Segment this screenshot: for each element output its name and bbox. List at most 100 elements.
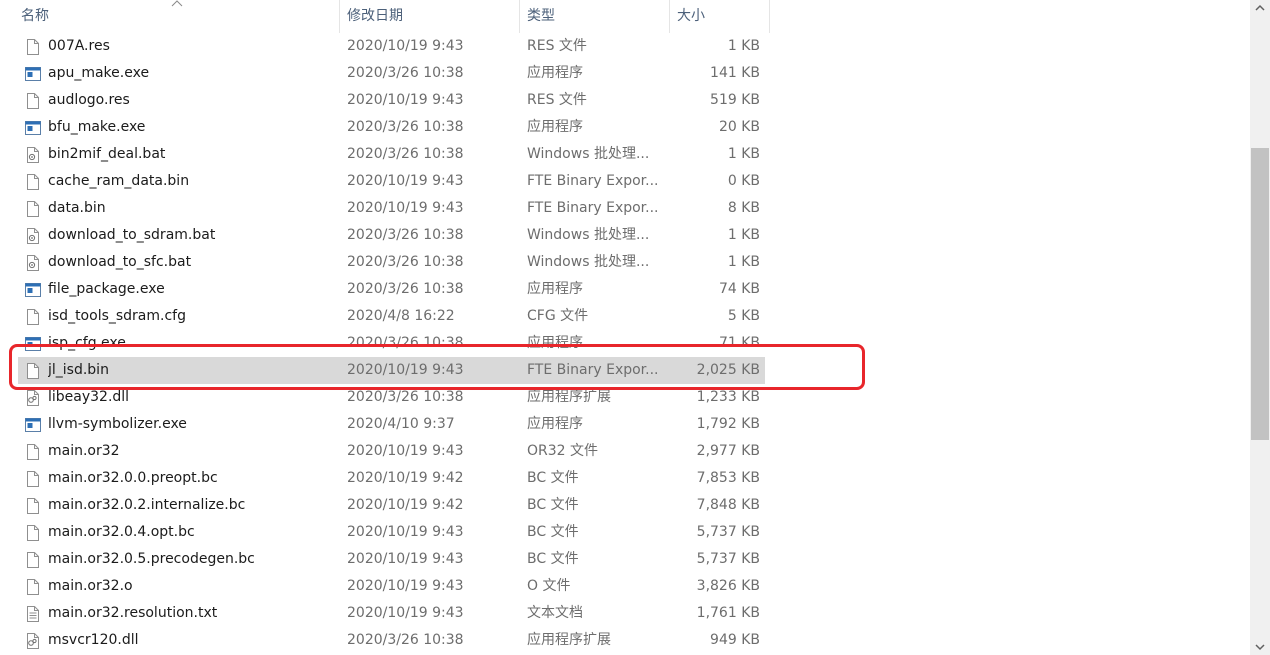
file-icon xyxy=(27,444,39,460)
scroll-up-arrow-icon[interactable] xyxy=(1250,0,1270,17)
file-row[interactable]: main.or32.resolution.txt 2020/10/19 9:43 文… xyxy=(0,600,1250,627)
file-icon xyxy=(27,471,39,487)
file-row[interactable]: download_to_sfc.bat 2020/3/26 10:38 Window… xyxy=(0,249,1250,276)
file-name: main.or32.0.0.preopt.bc xyxy=(48,470,218,486)
file-row[interactable]: bfu_make.exe 2020/3/26 10:38 应用程序 20 KB xyxy=(0,114,1250,141)
file-row[interactable]: audlogo.res 2020/10/19 9:43 RES 文件 519 KB xyxy=(0,87,1250,114)
file-row[interactable]: cache_ram_data.bin 2020/10/19 9:43 FTE Bin… xyxy=(0,168,1250,195)
file-size: 7,848 KB xyxy=(696,497,760,513)
file-size: 5,737 KB xyxy=(696,551,760,567)
file-size: 2,977 KB xyxy=(696,443,760,459)
file-date-modified: 2020/3/26 10:38 xyxy=(347,227,464,243)
file-row[interactable]: main.or32.0.4.opt.bc 2020/10/19 9:43 BC 文件… xyxy=(0,519,1250,546)
file-row[interactable]: main.or32 2020/10/19 9:43 OR32 文件 2,977 KB xyxy=(0,438,1250,465)
file-type: BC 文件 xyxy=(527,497,579,513)
file-name: main.or32.o xyxy=(48,578,133,594)
file-name: file_package.exe xyxy=(48,281,165,297)
file-row[interactable]: data.bin 2020/10/19 9:43 FTE Binary Expor.… xyxy=(0,195,1250,222)
file-type: RES 文件 xyxy=(527,92,587,108)
file-row[interactable]: main.or32.0.0.preopt.bc 2020/10/19 9:42 BC… xyxy=(0,465,1250,492)
file-name: download_to_sdram.bat xyxy=(48,227,216,243)
batch-file-icon xyxy=(27,228,39,244)
batch-file-icon xyxy=(27,147,39,163)
file-type: 应用程序扩展 xyxy=(527,632,611,648)
application-icon xyxy=(25,67,41,81)
file-row[interactable]: main.or32.0.2.internalize.bc 2020/10/19 9… xyxy=(0,492,1250,519)
application-icon xyxy=(25,121,41,135)
file-type: 文本文档 xyxy=(527,605,583,621)
column-header-bar: 名称 修改日期 类型 大小 xyxy=(0,0,1250,33)
file-row[interactable]: 007A.res 2020/10/19 9:43 RES 文件 1 KB xyxy=(0,33,1250,60)
file-type: RES 文件 xyxy=(527,38,587,54)
column-header-name[interactable]: 名称 xyxy=(0,0,340,33)
file-icon xyxy=(27,498,39,514)
file-name: main.or32.0.5.precodegen.bc xyxy=(48,551,255,567)
file-date-modified: 2020/3/26 10:38 xyxy=(347,632,464,648)
file-name: cache_ram_data.bin xyxy=(48,173,190,189)
application-icon xyxy=(25,283,41,297)
file-type: 应用程序 xyxy=(527,65,583,81)
file-date-modified: 2020/10/19 9:43 xyxy=(347,524,464,540)
file-name: audlogo.res xyxy=(48,92,130,108)
file-date-modified: 2020/3/26 10:38 xyxy=(347,119,464,135)
file-row[interactable]: main.or32.o 2020/10/19 9:43 O 文件 3,826 KB xyxy=(0,573,1250,600)
text-file-icon xyxy=(27,606,39,622)
file-name: llvm-symbolizer.exe xyxy=(48,416,187,432)
file-name: data.bin xyxy=(48,200,106,216)
file-row[interactable]: msvcr120.dll 2020/3/26 10:38 应用程序扩展 949 KB xyxy=(0,627,1250,654)
file-date-modified: 2020/3/26 10:38 xyxy=(347,281,464,297)
file-name: 007A.res xyxy=(48,38,110,54)
file-size: 7,853 KB xyxy=(696,470,760,486)
file-type: O 文件 xyxy=(527,578,571,594)
vertical-scrollbar[interactable] xyxy=(1250,0,1270,655)
file-date-modified: 2020/4/8 16:22 xyxy=(347,308,455,324)
file-date-modified: 2020/10/19 9:43 xyxy=(347,38,464,54)
file-row[interactable]: download_to_sdram.bat 2020/3/26 10:38 Wind… xyxy=(0,222,1250,249)
file-row[interactable]: main.or32.0.5.precodegen.bc 2020/10/19 9:… xyxy=(0,546,1250,573)
application-icon xyxy=(25,418,41,432)
file-size: 1 KB xyxy=(727,38,760,54)
file-size: 949 KB xyxy=(710,632,760,648)
file-date-modified: 2020/4/10 9:37 xyxy=(347,416,455,432)
file-row[interactable]: file_package.exe 2020/3/26 10:38 应用程序 74 KB xyxy=(0,276,1250,303)
file-date-modified: 2020/10/19 9:42 xyxy=(347,497,464,513)
column-header-date-modified[interactable]: 修改日期 xyxy=(340,0,520,33)
file-type: 应用程序 xyxy=(527,119,583,135)
file-type: FTE Binary Expor... xyxy=(527,173,659,189)
file-name: isd_tools_sdram.cfg xyxy=(48,308,186,324)
file-date-modified: 2020/3/26 10:38 xyxy=(347,254,464,270)
file-icon xyxy=(27,309,39,325)
file-date-modified: 2020/10/19 9:43 xyxy=(347,551,464,567)
file-size: 5,737 KB xyxy=(696,524,760,540)
file-icon xyxy=(27,93,39,109)
file-name: main.or32.0.4.opt.bc xyxy=(48,524,195,540)
file-name: bin2mif_deal.bat xyxy=(48,146,166,162)
file-date-modified: 2020/10/19 9:42 xyxy=(347,470,464,486)
scroll-down-arrow-icon[interactable] xyxy=(1250,638,1270,655)
file-date-modified: 2020/10/19 9:43 xyxy=(347,443,464,459)
file-date-modified: 2020/10/19 9:43 xyxy=(347,92,464,108)
file-row[interactable]: llvm-symbolizer.exe 2020/4/10 9:37 应用程序 1,7… xyxy=(0,411,1250,438)
file-type: BC 文件 xyxy=(527,470,579,486)
file-size: 1 KB xyxy=(727,254,760,270)
file-name: main.or32.0.2.internalize.bc xyxy=(48,497,246,513)
file-date-modified: 2020/3/26 10:38 xyxy=(347,146,464,162)
file-icon xyxy=(27,579,39,595)
file-row[interactable]: apu_make.exe 2020/3/26 10:38 应用程序 141 KB xyxy=(0,60,1250,87)
file-type: OR32 文件 xyxy=(527,443,599,459)
file-size: 1,761 KB xyxy=(696,605,760,621)
scrollbar-thumb[interactable] xyxy=(1251,148,1269,440)
file-name: download_to_sfc.bat xyxy=(48,254,192,270)
column-header-type[interactable]: 类型 xyxy=(520,0,670,33)
file-row[interactable]: isd_tools_sdram.cfg 2020/4/8 16:22 CFG 文件 5… xyxy=(0,303,1250,330)
file-icon xyxy=(27,201,39,217)
file-size: 20 KB xyxy=(718,119,760,135)
file-row[interactable]: bin2mif_deal.bat 2020/3/26 10:38 Windows 批… xyxy=(0,141,1250,168)
file-type: 应用程序 xyxy=(527,281,583,297)
file-name: apu_make.exe xyxy=(48,65,150,81)
file-type: CFG 文件 xyxy=(527,308,589,324)
column-header-size[interactable]: 大小 xyxy=(670,0,770,33)
dll-file-icon xyxy=(27,633,39,649)
file-size: 1,792 KB xyxy=(696,416,760,432)
dll-file-icon xyxy=(27,390,39,406)
